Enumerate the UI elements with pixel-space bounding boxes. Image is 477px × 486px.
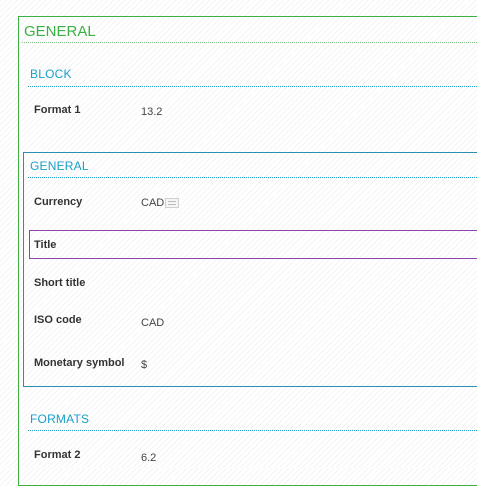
- monetary-symbol-value[interactable]: $: [141, 359, 147, 371]
- list-picker-icon[interactable]: [165, 198, 180, 208]
- currency-value: CAD: [141, 197, 165, 209]
- inner-general-panel: [23, 152, 477, 387]
- format-2-value[interactable]: 6.2: [141, 452, 156, 464]
- block-section-divider: [28, 86, 477, 87]
- outer-general-divider: [22, 42, 477, 43]
- general-section-divider: [28, 177, 477, 178]
- iso-code-value[interactable]: CAD: [141, 317, 164, 329]
- monetary-symbol-label: Monetary symbol: [34, 357, 125, 369]
- block-section-title: BLOCK: [30, 67, 72, 81]
- formats-section-divider: [28, 430, 477, 431]
- general-section-title: GENERAL: [30, 159, 89, 173]
- currency-field[interactable]: CAD: [141, 197, 180, 209]
- title-label: Title: [34, 239, 57, 251]
- title-row-highlight[interactable]: [29, 230, 477, 259]
- format-1-value[interactable]: 13.2: [141, 106, 162, 118]
- iso-code-label: ISO code: [34, 314, 82, 326]
- formats-section-title: FORMATS: [30, 412, 90, 426]
- format-1-label: Format 1: [34, 104, 81, 116]
- outer-general-title: GENERAL: [24, 23, 96, 40]
- currency-label: Currency: [34, 196, 83, 208]
- short-title-label: Short title: [34, 277, 86, 289]
- format-2-label: Format 2: [34, 449, 81, 461]
